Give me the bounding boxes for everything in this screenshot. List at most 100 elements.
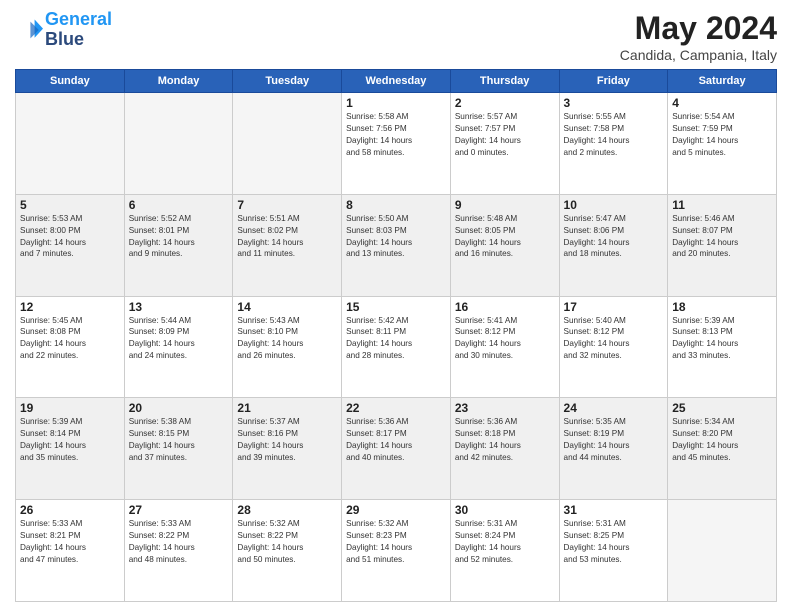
calendar-cell: 21Sunrise: 5:37 AMSunset: 8:16 PMDayligh… <box>233 398 342 500</box>
page: General Blue May 2024 Candida, Campania,… <box>0 0 792 612</box>
calendar-cell: 4Sunrise: 5:54 AMSunset: 7:59 PMDaylight… <box>668 93 777 195</box>
calendar-cell: 17Sunrise: 5:40 AMSunset: 8:12 PMDayligh… <box>559 296 668 398</box>
month-title: May 2024 <box>620 10 777 47</box>
calendar-cell: 8Sunrise: 5:50 AMSunset: 8:03 PMDaylight… <box>342 194 451 296</box>
calendar-cell: 1Sunrise: 5:58 AMSunset: 7:56 PMDaylight… <box>342 93 451 195</box>
day-number: 19 <box>20 401 120 415</box>
day-number: 25 <box>672 401 772 415</box>
day-info: Sunrise: 5:31 AMSunset: 8:24 PMDaylight:… <box>455 518 555 566</box>
day-number: 17 <box>564 300 664 314</box>
day-info: Sunrise: 5:48 AMSunset: 8:05 PMDaylight:… <box>455 213 555 261</box>
day-number: 13 <box>129 300 229 314</box>
day-number: 11 <box>672 198 772 212</box>
calendar-cell: 18Sunrise: 5:39 AMSunset: 8:13 PMDayligh… <box>668 296 777 398</box>
calendar-cell: 24Sunrise: 5:35 AMSunset: 8:19 PMDayligh… <box>559 398 668 500</box>
calendar-cell: 14Sunrise: 5:43 AMSunset: 8:10 PMDayligh… <box>233 296 342 398</box>
logo-icon <box>15 16 43 44</box>
day-info: Sunrise: 5:31 AMSunset: 8:25 PMDaylight:… <box>564 518 664 566</box>
day-header: Thursday <box>450 70 559 93</box>
day-number: 22 <box>346 401 446 415</box>
day-number: 16 <box>455 300 555 314</box>
day-info: Sunrise: 5:39 AMSunset: 8:14 PMDaylight:… <box>20 416 120 464</box>
day-info: Sunrise: 5:55 AMSunset: 7:58 PMDaylight:… <box>564 111 664 159</box>
day-info: Sunrise: 5:35 AMSunset: 8:19 PMDaylight:… <box>564 416 664 464</box>
day-info: Sunrise: 5:46 AMSunset: 8:07 PMDaylight:… <box>672 213 772 261</box>
calendar-cell: 27Sunrise: 5:33 AMSunset: 8:22 PMDayligh… <box>124 500 233 602</box>
day-info: Sunrise: 5:57 AMSunset: 7:57 PMDaylight:… <box>455 111 555 159</box>
title-area: May 2024 Candida, Campania, Italy <box>620 10 777 63</box>
calendar-cell: 15Sunrise: 5:42 AMSunset: 8:11 PMDayligh… <box>342 296 451 398</box>
day-number: 1 <box>346 96 446 110</box>
day-number: 8 <box>346 198 446 212</box>
day-number: 29 <box>346 503 446 517</box>
calendar-cell <box>668 500 777 602</box>
day-info: Sunrise: 5:36 AMSunset: 8:18 PMDaylight:… <box>455 416 555 464</box>
location: Candida, Campania, Italy <box>620 47 777 63</box>
day-info: Sunrise: 5:39 AMSunset: 8:13 PMDaylight:… <box>672 315 772 363</box>
day-header: Friday <box>559 70 668 93</box>
day-number: 26 <box>20 503 120 517</box>
calendar-cell: 26Sunrise: 5:33 AMSunset: 8:21 PMDayligh… <box>16 500 125 602</box>
day-info: Sunrise: 5:32 AMSunset: 8:23 PMDaylight:… <box>346 518 446 566</box>
day-info: Sunrise: 5:44 AMSunset: 8:09 PMDaylight:… <box>129 315 229 363</box>
day-number: 5 <box>20 198 120 212</box>
day-info: Sunrise: 5:47 AMSunset: 8:06 PMDaylight:… <box>564 213 664 261</box>
calendar-cell: 19Sunrise: 5:39 AMSunset: 8:14 PMDayligh… <box>16 398 125 500</box>
calendar-cell: 25Sunrise: 5:34 AMSunset: 8:20 PMDayligh… <box>668 398 777 500</box>
calendar-cell: 29Sunrise: 5:32 AMSunset: 8:23 PMDayligh… <box>342 500 451 602</box>
calendar-cell: 11Sunrise: 5:46 AMSunset: 8:07 PMDayligh… <box>668 194 777 296</box>
calendar-row: 19Sunrise: 5:39 AMSunset: 8:14 PMDayligh… <box>16 398 777 500</box>
day-number: 10 <box>564 198 664 212</box>
day-number: 6 <box>129 198 229 212</box>
calendar-cell: 30Sunrise: 5:31 AMSunset: 8:24 PMDayligh… <box>450 500 559 602</box>
day-info: Sunrise: 5:33 AMSunset: 8:21 PMDaylight:… <box>20 518 120 566</box>
day-number: 9 <box>455 198 555 212</box>
day-number: 18 <box>672 300 772 314</box>
calendar-cell: 20Sunrise: 5:38 AMSunset: 8:15 PMDayligh… <box>124 398 233 500</box>
day-info: Sunrise: 5:33 AMSunset: 8:22 PMDaylight:… <box>129 518 229 566</box>
calendar-cell <box>233 93 342 195</box>
calendar-row: 1Sunrise: 5:58 AMSunset: 7:56 PMDaylight… <box>16 93 777 195</box>
logo-text: General Blue <box>45 10 112 50</box>
calendar-cell <box>16 93 125 195</box>
calendar-cell: 2Sunrise: 5:57 AMSunset: 7:57 PMDaylight… <box>450 93 559 195</box>
day-number: 2 <box>455 96 555 110</box>
calendar-row: 12Sunrise: 5:45 AMSunset: 8:08 PMDayligh… <box>16 296 777 398</box>
calendar-cell: 12Sunrise: 5:45 AMSunset: 8:08 PMDayligh… <box>16 296 125 398</box>
day-number: 30 <box>455 503 555 517</box>
logo: General Blue <box>15 10 112 50</box>
day-info: Sunrise: 5:34 AMSunset: 8:20 PMDaylight:… <box>672 416 772 464</box>
day-header: Monday <box>124 70 233 93</box>
calendar-cell: 6Sunrise: 5:52 AMSunset: 8:01 PMDaylight… <box>124 194 233 296</box>
day-info: Sunrise: 5:53 AMSunset: 8:00 PMDaylight:… <box>20 213 120 261</box>
calendar-row: 26Sunrise: 5:33 AMSunset: 8:21 PMDayligh… <box>16 500 777 602</box>
calendar-cell: 16Sunrise: 5:41 AMSunset: 8:12 PMDayligh… <box>450 296 559 398</box>
day-number: 28 <box>237 503 337 517</box>
day-info: Sunrise: 5:50 AMSunset: 8:03 PMDaylight:… <box>346 213 446 261</box>
calendar-cell: 23Sunrise: 5:36 AMSunset: 8:18 PMDayligh… <box>450 398 559 500</box>
day-number: 7 <box>237 198 337 212</box>
day-info: Sunrise: 5:37 AMSunset: 8:16 PMDaylight:… <box>237 416 337 464</box>
day-number: 31 <box>564 503 664 517</box>
calendar-cell: 13Sunrise: 5:44 AMSunset: 8:09 PMDayligh… <box>124 296 233 398</box>
day-header: Wednesday <box>342 70 451 93</box>
day-info: Sunrise: 5:54 AMSunset: 7:59 PMDaylight:… <box>672 111 772 159</box>
day-info: Sunrise: 5:43 AMSunset: 8:10 PMDaylight:… <box>237 315 337 363</box>
day-number: 27 <box>129 503 229 517</box>
header: General Blue May 2024 Candida, Campania,… <box>15 10 777 63</box>
calendar-row: 5Sunrise: 5:53 AMSunset: 8:00 PMDaylight… <box>16 194 777 296</box>
day-info: Sunrise: 5:52 AMSunset: 8:01 PMDaylight:… <box>129 213 229 261</box>
day-header: Sunday <box>16 70 125 93</box>
calendar-body: 1Sunrise: 5:58 AMSunset: 7:56 PMDaylight… <box>16 93 777 602</box>
day-header: Saturday <box>668 70 777 93</box>
day-number: 23 <box>455 401 555 415</box>
day-info: Sunrise: 5:32 AMSunset: 8:22 PMDaylight:… <box>237 518 337 566</box>
day-info: Sunrise: 5:36 AMSunset: 8:17 PMDaylight:… <box>346 416 446 464</box>
day-info: Sunrise: 5:51 AMSunset: 8:02 PMDaylight:… <box>237 213 337 261</box>
day-number: 21 <box>237 401 337 415</box>
day-number: 12 <box>20 300 120 314</box>
day-number: 15 <box>346 300 446 314</box>
day-info: Sunrise: 5:45 AMSunset: 8:08 PMDaylight:… <box>20 315 120 363</box>
calendar: SundayMondayTuesdayWednesdayThursdayFrid… <box>15 69 777 602</box>
day-number: 14 <box>237 300 337 314</box>
